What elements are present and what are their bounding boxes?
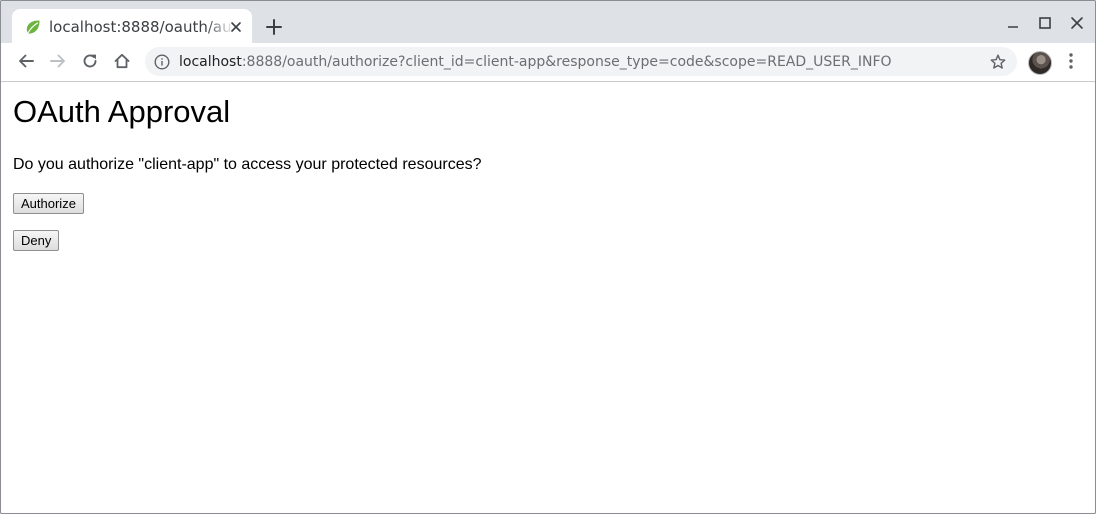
minimize-icon[interactable] <box>1003 13 1023 33</box>
info-icon[interactable] <box>154 54 170 70</box>
close-tab-icon[interactable] <box>228 19 244 35</box>
spring-leaf-icon <box>25 19 41 35</box>
authorization-question: Do you authorize "client-app" to access … <box>13 156 482 173</box>
browser-toolbar: localhost:8888/oauth/authorize?client_id… <box>1 43 1095 82</box>
address-bar[interactable]: localhost:8888/oauth/authorize?client_id… <box>145 47 1017 76</box>
back-icon[interactable] <box>16 51 36 71</box>
profile-avatar[interactable] <box>1028 51 1052 75</box>
tab-strip: localhost:8888/oauth/authorize <box>1 1 1095 43</box>
deny-button[interactable]: Deny <box>13 230 60 251</box>
new-tab-icon[interactable] <box>263 16 285 38</box>
url-host: localhost <box>179 54 242 70</box>
tab-active[interactable]: localhost:8888/oauth/authorize <box>12 9 252 43</box>
url-text[interactable]: localhost:8888/oauth/authorize?client_id… <box>179 52 892 72</box>
reload-icon[interactable] <box>80 51 100 71</box>
star-icon[interactable] <box>989 53 1007 71</box>
browser-window: localhost:8888/oauth/authorize <box>0 0 1096 514</box>
tab-title: localhost:8888/oauth/authorize <box>49 18 235 36</box>
authorize-button[interactable]: Authorize <box>13 193 84 214</box>
url-path: :8888/oauth/authorize?client_id=client-a… <box>241 54 892 70</box>
home-icon[interactable] <box>112 51 132 71</box>
maximize-icon[interactable] <box>1035 13 1055 33</box>
forward-icon[interactable] <box>48 51 68 71</box>
vertical-dots-icon[interactable] <box>1062 51 1080 71</box>
page-title: OAuth Approval <box>13 94 231 129</box>
page-content: OAuth Approval Do you authorize "client-… <box>1 82 1095 513</box>
close-window-icon[interactable] <box>1067 13 1087 33</box>
